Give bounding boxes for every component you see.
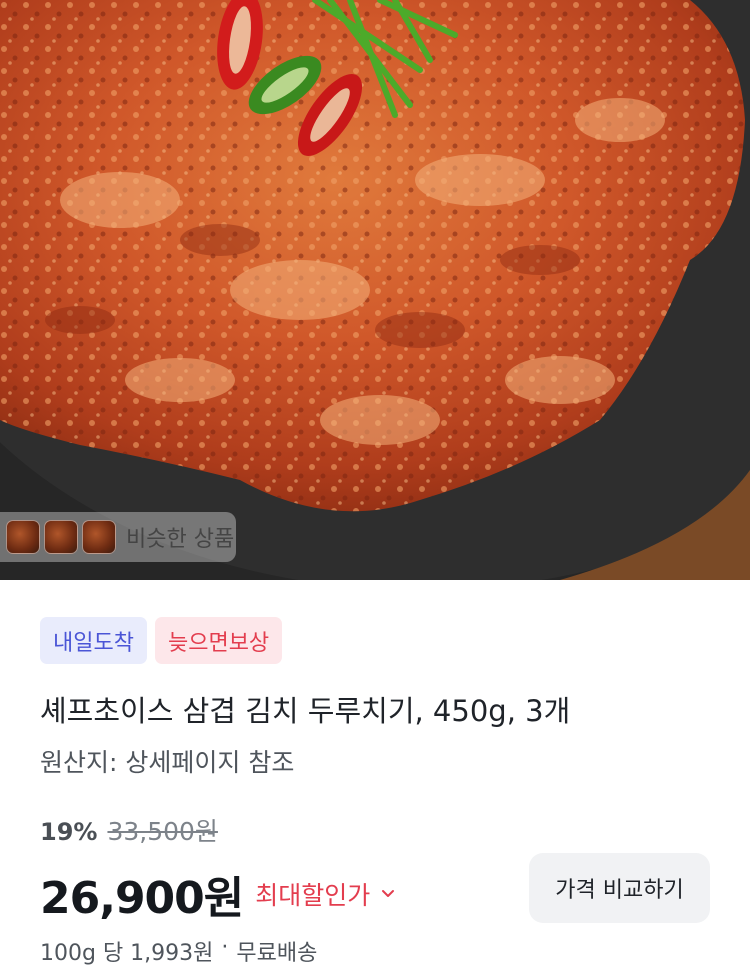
product-image[interactable]: 비슷한 상품 [0, 0, 750, 580]
sale-price: 26,900원 [40, 873, 244, 924]
separator-dot: · [221, 935, 229, 960]
similar-product-thumbnail [82, 520, 116, 554]
discount-rate: 19% [40, 818, 98, 846]
original-price: 33,500원 [107, 817, 218, 846]
price-row: 26,900원 최대할인가 [40, 862, 396, 926]
compare-price-button[interactable]: 가격 비교하기 [529, 853, 710, 923]
similar-product-thumbnail [6, 520, 40, 554]
tomorrow-delivery-badge: 내일도착 [40, 617, 147, 664]
unit-price: 100g 당 1,993원 [40, 941, 214, 966]
product-origin: 원산지: 상세페이지 참조 [40, 748, 295, 777]
discount-row: 19% 33,500원 [40, 812, 218, 848]
max-discount-price-toggle[interactable]: 최대할인가 [255, 876, 370, 912]
similar-products-button[interactable]: 비슷한 상품 [0, 512, 236, 562]
product-title: 셰프초이스 삼겹 김치 두루치기, 450g, 3개 [40, 694, 571, 728]
similar-products-label: 비슷한 상품 [126, 527, 235, 552]
shipping-info: 무료배송 [236, 941, 318, 966]
similar-product-thumbnail [44, 520, 78, 554]
late-compensation-badge: 늦으면보상 [154, 617, 283, 664]
chevron-down-icon[interactable] [380, 886, 396, 902]
unit-price-row: 100g 당 1,993원 · 무료배송 [40, 935, 317, 966]
delivery-badges: 내일도착 늦으면보상 [40, 617, 283, 664]
